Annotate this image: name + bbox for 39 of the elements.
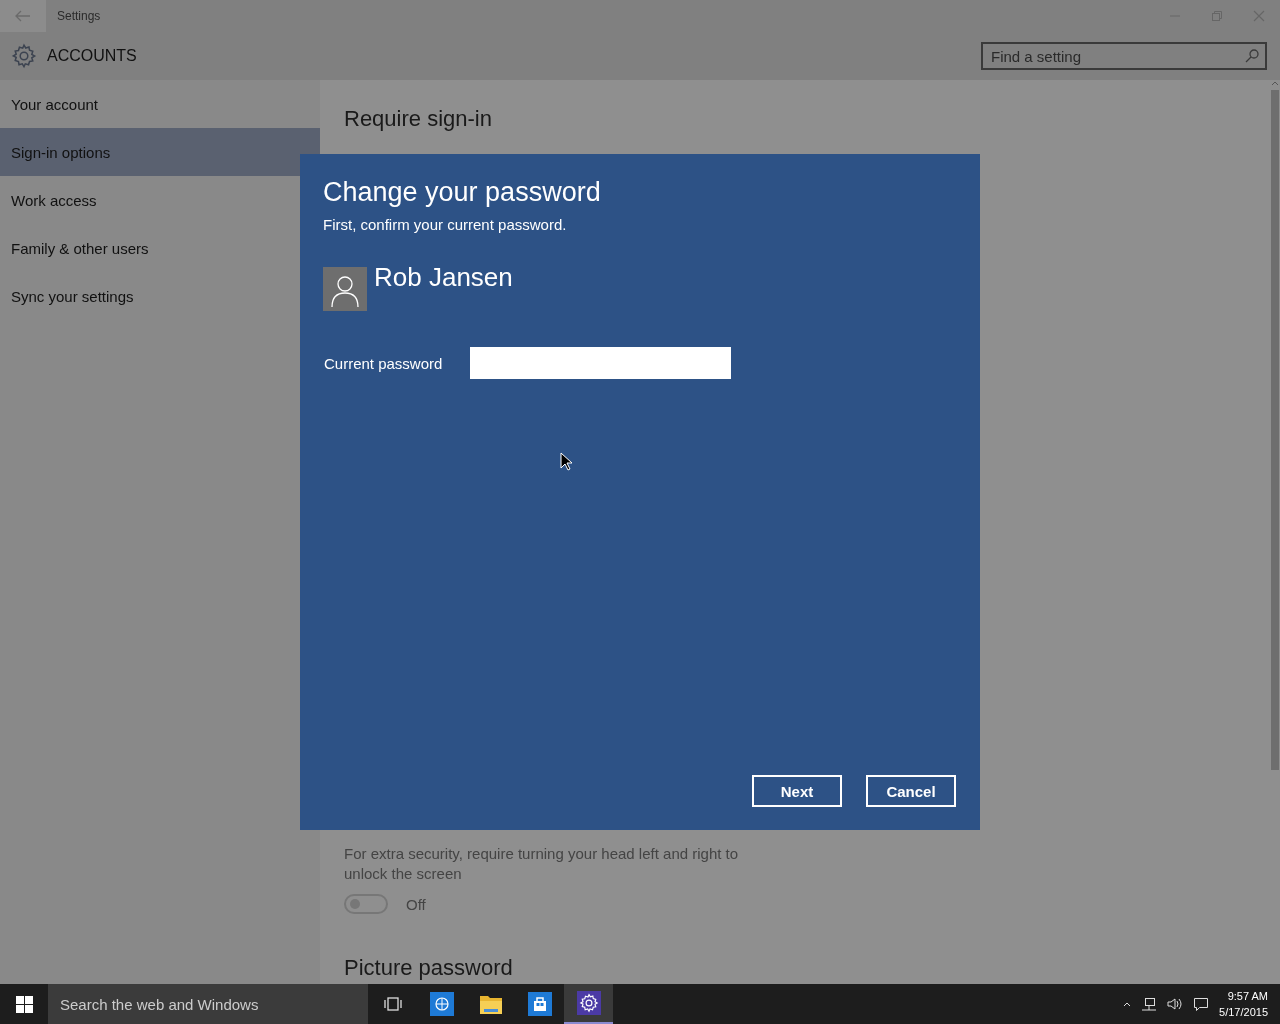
search-field[interactable]: Find a setting bbox=[981, 42, 1267, 70]
back-arrow-icon bbox=[15, 10, 31, 22]
task-view-icon[interactable] bbox=[383, 997, 402, 1011]
sidebar-item[interactable]: Family & other users bbox=[0, 224, 320, 272]
section-heading: Picture password bbox=[344, 954, 514, 982]
user-name: Rob Jansen bbox=[374, 261, 513, 294]
sidebar-item[interactable]: Sign-in options bbox=[0, 128, 320, 176]
clock-time[interactable]: 9:57 AM bbox=[1227, 988, 1268, 1004]
search-field[interactable]: Search the web and Windows bbox=[48, 984, 368, 1024]
toggle-switch[interactable] bbox=[344, 894, 388, 914]
section-heading: Require sign-in bbox=[344, 106, 493, 132]
message-icon[interactable] bbox=[1193, 997, 1210, 1011]
volume-icon[interactable] bbox=[1167, 997, 1184, 1011]
toggle-label: Off bbox=[406, 895, 426, 913]
windows-logo-icon bbox=[15, 995, 33, 1013]
sidebar-item[interactable]: Work access bbox=[0, 176, 320, 224]
shopping-bag-icon[interactable] bbox=[527, 992, 552, 1016]
clock-date[interactable]: 5/17/2015 bbox=[1219, 1004, 1268, 1020]
chevron-up-icon[interactable] bbox=[1123, 1001, 1132, 1007]
dialog-button[interactable]: Next bbox=[752, 775, 842, 807]
taskbar-app[interactable] bbox=[564, 984, 613, 1024]
gear-icon bbox=[11, 43, 37, 69]
dialog-title: Change your password bbox=[323, 176, 602, 209]
field-label: Current password bbox=[324, 354, 443, 372]
setting-description: For extra security, require turning your head left and right to unlock the screen bbox=[344, 844, 740, 884]
mouse-cursor-icon bbox=[560, 452, 572, 471]
folder-icon[interactable] bbox=[478, 993, 503, 1015]
gear-icon bbox=[578, 993, 599, 1013]
scrollbar[interactable] bbox=[1270, 80, 1280, 984]
password-field[interactable] bbox=[470, 347, 732, 379]
search-icon bbox=[1245, 49, 1259, 63]
dialog-button[interactable]: Cancel bbox=[866, 775, 956, 807]
sidebar-item[interactable]: Sync your settings bbox=[0, 272, 320, 320]
window-title: Settings bbox=[57, 9, 101, 23]
dialog-subtitle: First, confirm your current password. bbox=[323, 216, 568, 233]
network-icon[interactable] bbox=[1141, 997, 1158, 1011]
globe-icon[interactable] bbox=[429, 992, 454, 1016]
sidebar-item[interactable]: Your account bbox=[0, 80, 320, 128]
section-title: ACCOUNTS bbox=[47, 47, 137, 65]
